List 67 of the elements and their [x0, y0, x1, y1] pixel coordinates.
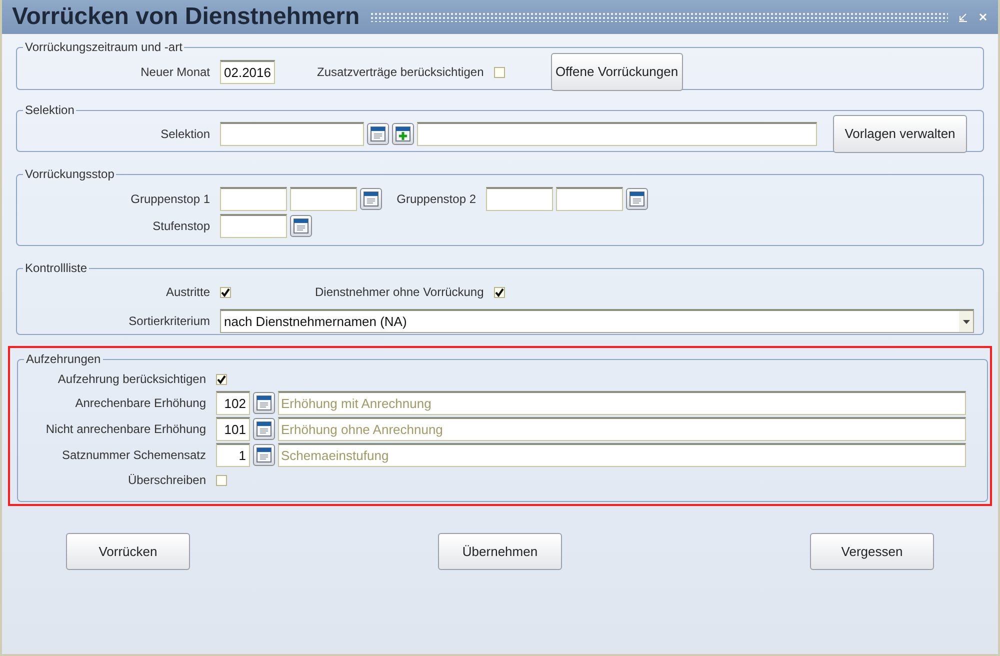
field-label: Anrechenbare Erhöhung: [74, 395, 206, 412]
list-icon: [629, 191, 645, 207]
field-label: Nicht anrechenbare Erhöhung: [44, 421, 206, 438]
lookup-button[interactable]: [253, 392, 275, 414]
caret-icon: [962, 320, 970, 324]
checkbox[interactable]: [220, 286, 231, 298]
add-button[interactable]: [392, 123, 414, 145]
group-title: Vorrückungszeitraum und -art: [24, 39, 184, 56]
input-field[interactable]: [486, 187, 553, 211]
dropdown[interactable]: nach Dienstnehmernamen (NA): [220, 309, 974, 333]
list-icon: [256, 447, 272, 463]
action-button[interactable]: Vergessen: [810, 533, 934, 570]
action-button[interactable]: Vorlagen verwalten: [833, 115, 967, 153]
input-field[interactable]: [417, 122, 817, 146]
list-icon: [293, 218, 309, 234]
lookup-button[interactable]: [290, 215, 312, 237]
input-field[interactable]: [220, 122, 364, 146]
lookup-button[interactable]: [253, 444, 275, 466]
input-field[interactable]: [290, 187, 357, 211]
lookup-button[interactable]: [626, 188, 648, 210]
checkmark-icon: [221, 288, 230, 296]
lookup-button[interactable]: [253, 418, 275, 440]
list-icon: [370, 126, 386, 142]
checkbox[interactable]: [216, 374, 227, 384]
plus-icon: [395, 126, 411, 142]
window-title: Vorrücken von Dienstnehmern: [12, 2, 360, 32]
field-label: Dienstnehmer ohne Vorrückung: [315, 284, 484, 301]
action-button[interactable]: Vorrücken: [66, 533, 190, 570]
description-field: Schemaeinstufung: [278, 443, 966, 467]
month-field[interactable]: 02.2016: [220, 60, 275, 84]
minimize-icon[interactable]: [958, 12, 968, 22]
field-label: Sortierkriterium: [128, 313, 210, 330]
description-field: Erhöhung ohne Anrechnung: [278, 417, 966, 441]
description-field: Erhöhung mit Anrechnung: [278, 391, 966, 415]
field-label: Austritte: [164, 284, 210, 301]
checkbox[interactable]: [494, 66, 505, 78]
lookup-button[interactable]: [360, 188, 382, 210]
field-label: Stufenstop: [152, 218, 210, 235]
group-title: Selektion: [24, 102, 76, 119]
input-field[interactable]: [220, 187, 287, 211]
input-field[interactable]: [220, 214, 287, 238]
group-title: Kontrollliste: [24, 260, 88, 277]
input-field[interactable]: [556, 187, 623, 211]
checkmark-icon: [494, 288, 504, 296]
group-title: Aufzehrungen: [25, 351, 102, 368]
list-icon: [256, 421, 272, 437]
action-button[interactable]: Offene Vorrückungen: [550, 53, 683, 91]
list-icon: [363, 191, 379, 207]
checkbox[interactable]: [494, 286, 505, 298]
list-icon: [256, 395, 272, 411]
code-field[interactable]: 102: [216, 391, 250, 415]
field-label: Gruppenstop 1: [130, 191, 210, 208]
checkmark-icon: [217, 374, 226, 384]
field-label: Gruppenstop 2: [396, 191, 476, 208]
field-label: Selektion: [160, 126, 210, 143]
field-label: Neuer Monat: [140, 64, 210, 81]
field-label: Zusatzverträge berücksichtigen: [317, 64, 484, 81]
lookup-button[interactable]: [367, 123, 389, 145]
close-icon[interactable]: [978, 12, 988, 22]
field-label: Überschreiben: [126, 472, 206, 489]
code-field[interactable]: 101: [216, 417, 250, 441]
action-button[interactable]: Übernehmen: [438, 533, 562, 570]
group-title: Vorrückungsstop: [24, 166, 116, 183]
field-label: Satznummer Schemensatz: [60, 447, 206, 464]
checkbox[interactable]: [216, 474, 227, 486]
field-label: Aufzehrung berücksichtigen: [56, 371, 206, 388]
code-field[interactable]: 1: [216, 443, 250, 467]
